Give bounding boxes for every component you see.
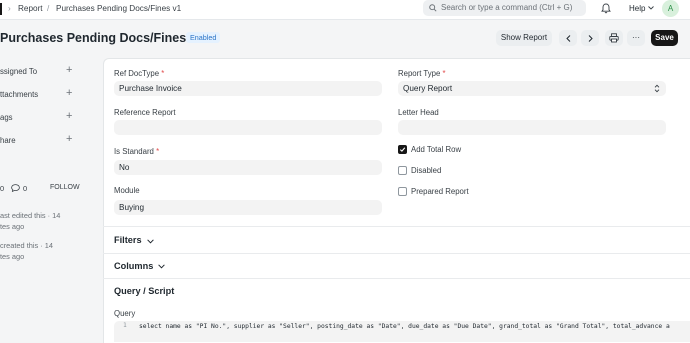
- last-edited-text: ast edited this · 14: [0, 211, 61, 220]
- chevron-left-icon: [566, 35, 571, 42]
- disabled-checkbox[interactable]: [398, 166, 407, 175]
- breadcrumb-separator: /: [47, 4, 50, 13]
- module-field[interactable]: Buying: [114, 200, 382, 215]
- search-placeholder: Search or type a command (Ctrl + G): [441, 3, 573, 12]
- reference-report-field[interactable]: [114, 120, 382, 135]
- save-button[interactable]: Save: [651, 30, 678, 46]
- module-value: Buying: [119, 203, 145, 212]
- plus-icon[interactable]: +: [66, 133, 72, 145]
- printer-icon: [609, 33, 619, 43]
- add-total-row-checkbox[interactable]: [398, 145, 407, 154]
- filters-heading: Filters: [114, 235, 142, 245]
- search-icon: [429, 4, 437, 12]
- breadcrumb-report[interactable]: Report: [18, 4, 43, 13]
- select-arrows-icon: [654, 84, 660, 93]
- report-type-value: Query Report: [403, 84, 453, 93]
- ref-doctype-label: Ref DocType *: [114, 69, 165, 78]
- sidebar-item-attachments[interactable]: ttachments: [0, 90, 38, 99]
- query-code-text[interactable]: select name as "PI No.", supplier as "Se…: [139, 323, 670, 330]
- chevron-down-icon[interactable]: [147, 239, 154, 244]
- code-line-number: 1: [123, 322, 127, 329]
- columns-heading: Columns: [114, 261, 154, 271]
- user-avatar[interactable]: A: [662, 0, 679, 17]
- chevron-down-icon: [648, 6, 654, 10]
- reference-report-label: Reference Report: [114, 108, 176, 117]
- letter-head-label: Letter Head: [398, 108, 439, 117]
- like-count[interactable]: 0: [0, 184, 4, 193]
- created-time: tes ago: [0, 252, 25, 261]
- plus-icon[interactable]: +: [66, 64, 72, 76]
- ref-doctype-field[interactable]: Purchase Invoice: [114, 81, 382, 96]
- report-type-select[interactable]: Query Report: [398, 81, 666, 96]
- query-code-editor[interactable]: 1 select name as "PI No.", supplier as "…: [114, 321, 690, 342]
- plus-icon[interactable]: +: [66, 87, 72, 99]
- section-divider: [103, 278, 690, 279]
- sidebar-item-share[interactable]: hare: [0, 136, 16, 145]
- is-standard-value: No: [119, 163, 130, 172]
- disabled-label: Disabled: [411, 166, 442, 175]
- follow-button[interactable]: FOLLOW: [50, 184, 80, 191]
- report-type-label: Report Type *: [398, 69, 446, 78]
- add-total-row-label: Add Total Row: [411, 145, 462, 154]
- plus-icon[interactable]: +: [66, 110, 72, 122]
- prepared-report-checkbox[interactable]: [398, 187, 407, 196]
- print-button[interactable]: [605, 30, 623, 46]
- bell-icon[interactable]: [601, 3, 611, 14]
- letter-head-field[interactable]: [398, 120, 666, 135]
- columns-section-toggle[interactable]: Columns: [114, 261, 153, 271]
- chevron-right-icon: [588, 35, 593, 42]
- chevron-down-icon[interactable]: [158, 264, 165, 269]
- sidebar-item-assigned-to[interactable]: ssigned To: [0, 67, 37, 76]
- previous-button[interactable]: [559, 30, 577, 46]
- is-standard-field[interactable]: No: [114, 160, 382, 175]
- created-text: created this · 14: [0, 241, 53, 250]
- search-bar[interactable]: Search or type a command (Ctrl + G): [423, 0, 586, 16]
- ref-doctype-value: Purchase Invoice: [119, 84, 182, 93]
- breadcrumb-current[interactable]: Purchases Pending Docs/Fines v1: [56, 4, 181, 13]
- last-edited-time: tes ago: [0, 222, 25, 231]
- show-report-button[interactable]: Show Report: [496, 30, 552, 46]
- filters-section-toggle[interactable]: Filters: [114, 235, 142, 245]
- module-label: Module: [114, 186, 140, 195]
- comment-icon: [11, 184, 20, 192]
- is-standard-label: Is Standard *: [114, 147, 160, 156]
- help-menu[interactable]: Help: [629, 4, 645, 13]
- app-logo[interactable]: [0, 3, 2, 15]
- query-script-heading: Query / Script: [114, 286, 175, 296]
- page-title: Purchases Pending Docs/Fines v1: [0, 31, 204, 45]
- sidebar-item-tags[interactable]: ags: [0, 113, 13, 122]
- comment-count: 0: [23, 184, 28, 193]
- more-actions-button[interactable]: ···: [627, 30, 645, 46]
- checkmark-icon: [399, 147, 406, 152]
- next-button[interactable]: [581, 30, 599, 46]
- more-icon: ···: [632, 33, 640, 42]
- status-badge: Enabled: [186, 32, 221, 43]
- query-label: Query: [114, 309, 136, 318]
- section-divider: [103, 226, 690, 227]
- section-divider: [103, 253, 690, 254]
- prepared-report-label: Prepared Report: [411, 187, 469, 196]
- breadcrumb-chevron-icon: ›: [8, 4, 11, 13]
